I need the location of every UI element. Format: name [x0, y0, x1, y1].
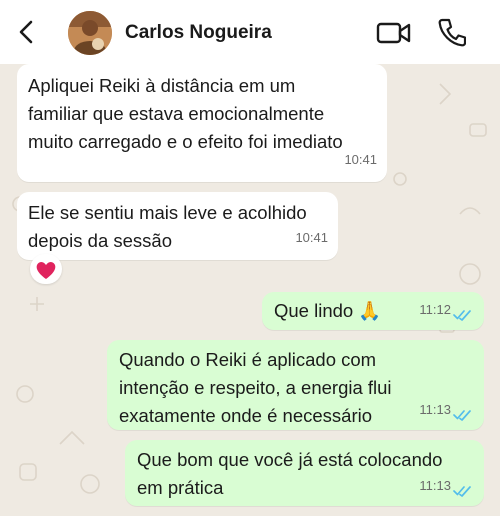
back-arrow-icon[interactable]: [14, 18, 38, 46]
contact-name[interactable]: Carlos Nogueira: [125, 22, 272, 44]
message-text: Que lindo 🙏: [274, 300, 382, 321]
read-receipt-icon: [453, 310, 471, 321]
read-receipt-icon: [453, 486, 471, 497]
message-bubble-outgoing[interactable]: Quando o Reiki é aplicado com intenção e…: [107, 340, 484, 430]
message-line: familiar que estava emocionalmente: [28, 103, 325, 124]
phone-call-icon[interactable]: [438, 17, 467, 47]
message-text: Ele se sentiu mais leve e acolhido depoi…: [28, 199, 307, 255]
message-time: 10:41: [295, 230, 328, 245]
avatar[interactable]: [68, 11, 112, 55]
message-line: exatamente onde é necessário: [119, 405, 373, 426]
message-line: depois da sessão: [28, 230, 172, 251]
message-line: em prática: [137, 477, 224, 498]
message-text: Apliquei Reiki à distância em um familia…: [28, 72, 343, 156]
message-bubble-outgoing[interactable]: Que lindo 🙏 11:12: [262, 292, 484, 330]
chat-header: Carlos Nogueira: [0, 0, 500, 64]
message-line: Que bom que você já está colocando: [137, 449, 443, 470]
message-line: intenção e respeito, a energia flui: [119, 377, 392, 398]
message-line: Quando o Reiki é aplicado com: [119, 349, 377, 370]
message-bubble-incoming[interactable]: Apliquei Reiki à distância em um familia…: [17, 64, 387, 182]
message-line: muito carregado e o efeito foi imediato: [28, 131, 343, 152]
message-text: Que bom que você já está colocando em pr…: [137, 446, 442, 502]
message-bubble-outgoing[interactable]: Que bom que você já está colocando em pr…: [125, 440, 484, 506]
read-receipt-icon: [453, 410, 471, 421]
message-bubble-incoming[interactable]: Ele se sentiu mais leve e acolhido depoi…: [17, 192, 338, 260]
message-time: 10:41: [344, 152, 377, 167]
message-time: 11:12: [419, 302, 451, 317]
message-text: Quando o Reiki é aplicado com intenção e…: [119, 346, 392, 430]
video-call-icon[interactable]: [376, 20, 412, 46]
reaction-badge[interactable]: [30, 254, 62, 284]
message-time: 11:13: [419, 478, 451, 493]
chat-area[interactable]: Apliquei Reiki à distância em um familia…: [0, 64, 500, 516]
heart-icon: [36, 261, 56, 279]
message-line: Ele se sentiu mais leve e acolhido: [28, 202, 307, 223]
message-time: 11:13: [419, 402, 451, 417]
message-line: Apliquei Reiki à distância em um: [28, 75, 296, 96]
